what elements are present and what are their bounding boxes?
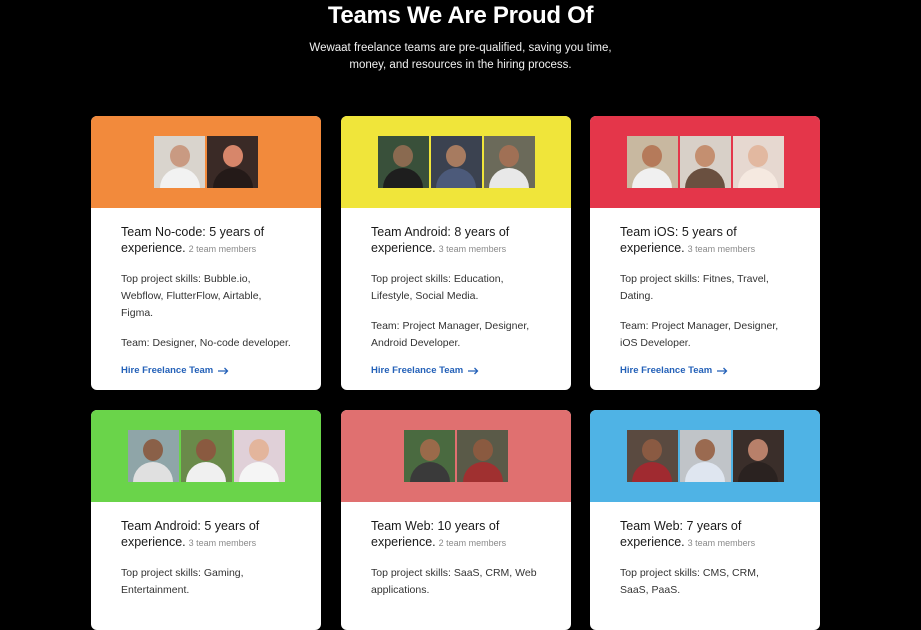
member-photo	[679, 430, 731, 482]
member-photo	[430, 136, 482, 188]
team-card-android-5: Team Android: 5 years of experience. 3 te…	[91, 410, 321, 630]
card-team-roles: Team: Designer, No-code developer.	[121, 337, 291, 349]
team-card-ios: Team iOS: 5 years of experience. 3 team m…	[590, 116, 820, 390]
team-card-no-code: Team No-code: 5 years of experience. 2 te…	[91, 116, 321, 390]
subtitle-line-2: money, and resources in the hiring proce…	[349, 59, 572, 71]
member-count: 3 team members	[687, 244, 756, 254]
arrow-right-icon	[468, 367, 479, 374]
hire-freelance-team-link[interactable]: Hire Freelance Team	[620, 365, 728, 376]
member-count: 3 team members	[687, 538, 756, 548]
card-title: Team Android: 5 years of experience. 3 te…	[121, 519, 260, 549]
card-skills: Top project skills: Education, Lifestyle…	[371, 273, 504, 302]
member-count: 3 team members	[438, 244, 507, 254]
arrow-right-icon	[717, 367, 728, 374]
member-photo	[732, 136, 784, 188]
card-skills: Top project skills: Gaming, Entertainmen…	[121, 567, 244, 596]
card-photo-banner	[341, 410, 571, 502]
member-photo	[679, 136, 731, 188]
member-photo	[233, 430, 285, 482]
card-title: Team No-code: 5 years of experience. 2 te…	[121, 225, 265, 255]
member-photo	[404, 430, 455, 482]
member-photo	[180, 430, 232, 482]
member-count: 2 team members	[438, 538, 507, 548]
page-subtitle: Wewaat freelance teams are pre-qualified…	[0, 40, 921, 74]
card-title: Team iOS: 5 years of experience. 3 team m…	[620, 225, 756, 255]
card-team-roles: Team: Project Manager, Designer, Android…	[371, 320, 530, 349]
card-skills: Top project skills: Fitnes, Travel, Dati…	[620, 273, 769, 302]
card-title: Team Web: 10 years of experience. 2 team …	[371, 519, 507, 549]
page-title: Teams We Are Proud Of	[327, 2, 594, 29]
card-photo-banner	[590, 410, 820, 502]
member-photo	[732, 430, 784, 482]
team-card-web-7: Team Web: 7 years of experience. 3 team m…	[590, 410, 820, 630]
card-photo-banner	[91, 116, 321, 208]
card-photo-banner	[341, 116, 571, 208]
member-photo	[626, 136, 678, 188]
card-skills: Top project skills: SaaS, CRM, Web appli…	[371, 567, 537, 596]
team-card-web-10: Team Web: 10 years of experience. 2 team …	[341, 410, 571, 630]
member-photo	[626, 430, 678, 482]
member-photo	[154, 136, 205, 188]
hire-freelance-team-link[interactable]: Hire Freelance Team	[371, 365, 479, 376]
arrow-right-icon	[218, 367, 229, 374]
member-count: 3 team members	[188, 538, 257, 548]
member-photo	[457, 430, 508, 482]
card-photo-banner	[590, 116, 820, 208]
card-photo-banner	[91, 410, 321, 502]
card-title: Team Android: 8 years of experience. 3 te…	[371, 225, 510, 255]
member-photo	[207, 136, 258, 188]
member-count: 2 team members	[188, 244, 257, 254]
hire-freelance-team-link[interactable]: Hire Freelance Team	[121, 365, 229, 376]
card-skills: Top project skills: CMS, CRM, SaaS, PaaS…	[620, 567, 759, 596]
team-card-android-8: Team Android: 8 years of experience. 3 te…	[341, 116, 571, 390]
member-photo	[483, 136, 535, 188]
member-photo	[377, 136, 429, 188]
card-skills: Top project skills: Bubble.io, Webflow, …	[121, 273, 262, 319]
card-title: Team Web: 7 years of experience. 3 team m…	[620, 519, 756, 549]
card-team-roles: Team: Project Manager, Designer, iOS Dev…	[620, 320, 779, 349]
subtitle-line-1: Wewaat freelance teams are pre-qualified…	[309, 42, 612, 54]
member-photo	[127, 430, 179, 482]
